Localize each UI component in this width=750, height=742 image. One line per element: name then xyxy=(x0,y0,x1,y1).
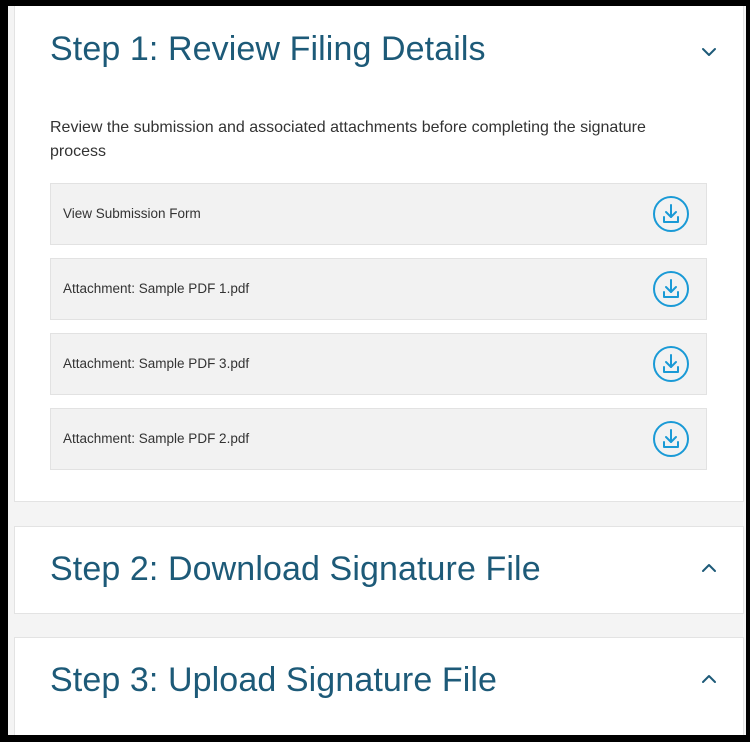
step-3-toggle[interactable] xyxy=(695,665,723,693)
download-icon[interactable] xyxy=(652,195,690,233)
chevron-up-icon xyxy=(702,675,716,683)
step-2-title[interactable]: Step 2: Download Signature File xyxy=(50,550,541,589)
file-row-attachment-3[interactable]: Attachment: Sample PDF 3.pdf xyxy=(50,333,707,395)
file-row-attachment-1[interactable]: Attachment: Sample PDF 1.pdf xyxy=(50,258,707,320)
file-label[interactable]: Attachment: Sample PDF 3.pdf xyxy=(63,356,249,371)
file-label[interactable]: View Submission Form xyxy=(63,206,201,221)
file-label[interactable]: Attachment: Sample PDF 2.pdf xyxy=(63,431,249,446)
step-1-panel: Step 1: Review Filing Details Review the… xyxy=(14,6,744,502)
step-1-toggle[interactable] xyxy=(695,38,723,66)
download-icon[interactable] xyxy=(652,270,690,308)
step-1-title[interactable]: Step 1: Review Filing Details xyxy=(50,30,486,69)
step-3-panel: Step 3: Upload Signature File xyxy=(14,637,744,735)
file-list: View Submission Form Attachment: Sample … xyxy=(50,183,707,483)
download-icon[interactable] xyxy=(652,345,690,383)
file-label[interactable]: Attachment: Sample PDF 1.pdf xyxy=(63,281,249,296)
chevron-up-icon xyxy=(702,564,716,572)
chevron-down-icon xyxy=(702,48,716,56)
step-2-toggle[interactable] xyxy=(695,554,723,582)
step-1-instructions: Review the submission and associated att… xyxy=(50,119,646,160)
file-row-submission-form[interactable]: View Submission Form xyxy=(50,183,707,245)
step-2-panel: Step 2: Download Signature File xyxy=(14,526,744,614)
download-icon[interactable] xyxy=(652,420,690,458)
file-row-attachment-2[interactable]: Attachment: Sample PDF 2.pdf xyxy=(50,408,707,470)
step-3-title[interactable]: Step 3: Upload Signature File xyxy=(50,661,497,700)
filing-steps-container: Step 1: Review Filing Details Review the… xyxy=(8,6,746,735)
